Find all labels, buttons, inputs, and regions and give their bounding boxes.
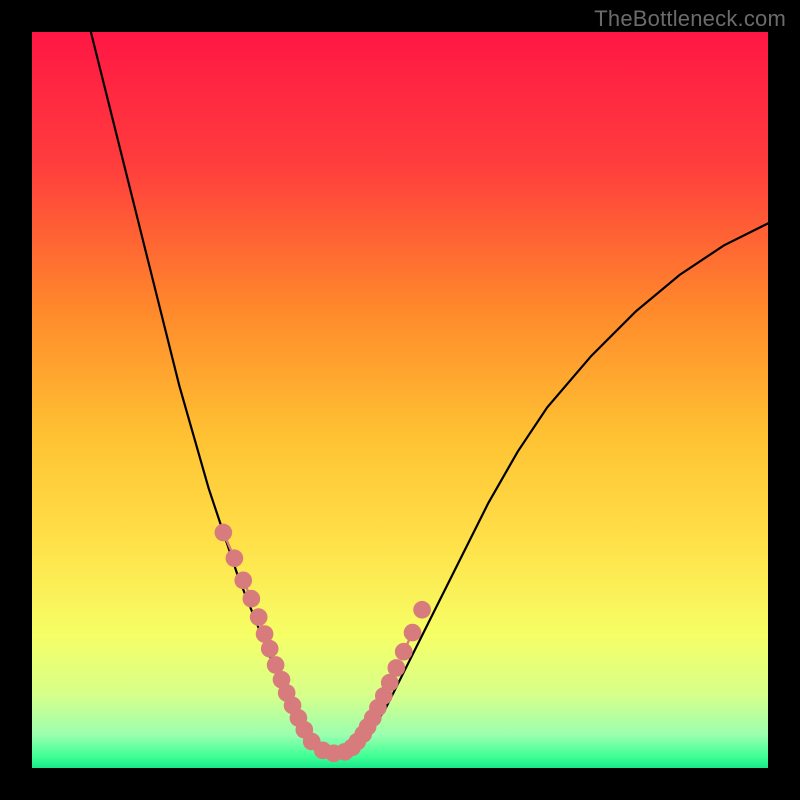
marker-dot [242,590,260,608]
marker-dot [413,601,431,619]
chart-frame: TheBottleneck.com [0,0,800,800]
curve-layer [32,32,768,768]
bottleneck-curve [91,32,768,753]
marker-dot [226,549,244,567]
plot-area [32,32,768,768]
marker-dot [387,659,405,677]
marker-dot [404,624,422,642]
marker-group [215,524,431,762]
watermark-text: TheBottleneck.com [594,6,786,32]
